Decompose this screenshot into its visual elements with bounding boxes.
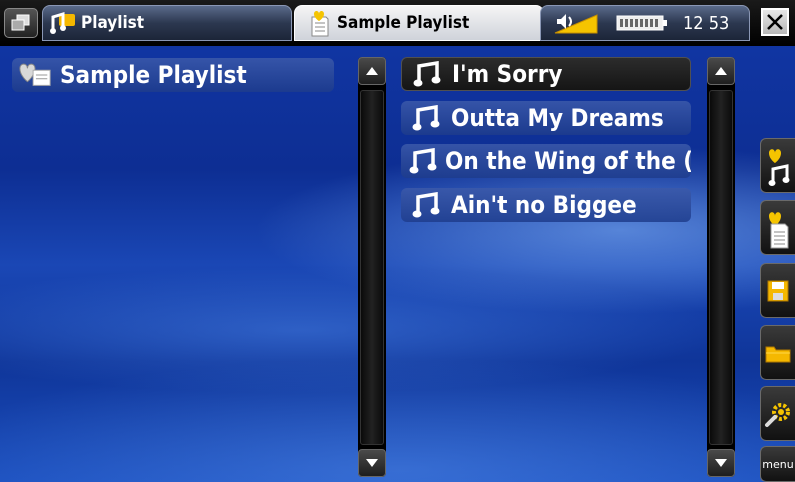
playlist-doc-icon <box>769 211 789 248</box>
scroll-thumb[interactable] <box>709 90 733 445</box>
playlist-heart-icon <box>18 62 52 88</box>
folder-icon <box>765 346 791 362</box>
tab-playlist-label: Playlist <box>81 13 145 33</box>
arrow-down-icon <box>715 459 727 467</box>
arrow-down-icon <box>366 459 378 467</box>
list-item-label: I'm Sorry <box>452 60 563 88</box>
close-button[interactable] <box>761 8 789 36</box>
tab-sample-playlist[interactable]: Sample Playlist <box>294 5 544 41</box>
left-scrollbar[interactable] <box>358 57 386 477</box>
status-tab: 12 53 <box>540 5 750 41</box>
music-note-icon <box>409 105 443 131</box>
arrow-up-icon <box>366 67 378 75</box>
music-folder-icon <box>49 9 77 37</box>
add-to-playlist-icon <box>768 148 790 186</box>
list-item[interactable]: Ain't no Biggee <box>401 188 691 222</box>
scroll-up-button[interactable] <box>707 57 735 85</box>
battery-icon <box>616 15 667 31</box>
add-to-playlist-button[interactable] <box>760 138 795 193</box>
menu-button[interactable]: menu <box>760 446 795 482</box>
list-item[interactable]: Sample Playlist <box>12 58 334 92</box>
scroll-up-button[interactable] <box>358 57 386 85</box>
arrow-up-icon <box>715 67 727 75</box>
windows-icon <box>11 14 30 31</box>
tools-icon <box>765 402 790 427</box>
save-button[interactable] <box>760 263 795 318</box>
speaker-volume-icon <box>554 14 598 34</box>
list-item[interactable]: Outta My Dreams <box>401 101 691 135</box>
close-icon <box>767 14 783 30</box>
scroll-down-button[interactable] <box>707 449 735 477</box>
tab-playlist[interactable]: Playlist <box>42 5 292 41</box>
list-item-label: Outta My Dreams <box>451 104 664 132</box>
scroll-thumb[interactable] <box>360 90 384 445</box>
list-item[interactable]: I'm Sorry <box>401 57 691 91</box>
tab-sample-playlist-label: Sample Playlist <box>337 13 470 33</box>
window-switch-button[interactable] <box>4 8 38 38</box>
menu-label: menu <box>762 457 794 471</box>
playlist-doc-icon <box>305 9 333 37</box>
music-note-icon <box>409 192 443 218</box>
list-item[interactable]: On the Wing of the ( <box>401 144 691 178</box>
save-icon <box>767 280 789 301</box>
music-note-icon <box>409 148 437 174</box>
tools-button[interactable] <box>760 386 795 441</box>
clock-text: 12 53 <box>683 12 730 34</box>
top-tab-bar: Playlist Sample Playlist 12 53 <box>0 0 795 46</box>
list-item-label: Sample Playlist <box>60 61 247 89</box>
music-note-icon <box>410 61 444 87</box>
right-scrollbar[interactable] <box>707 57 735 477</box>
list-item-label: Ain't no Biggee <box>451 191 637 219</box>
folder-button[interactable] <box>760 325 795 380</box>
list-item-label: On the Wing of the ( <box>445 147 691 175</box>
playlist-doc-button[interactable] <box>760 200 795 255</box>
scroll-down-button[interactable] <box>358 449 386 477</box>
